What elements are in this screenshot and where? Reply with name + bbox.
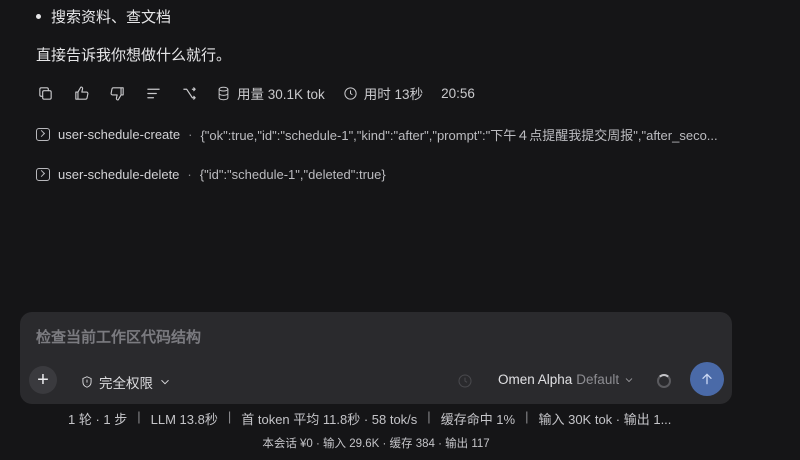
message-actions-bar: 用量 30.1K tok 用时 13秒 20:56: [36, 83, 475, 103]
message-bullet-item: 搜索资料、查文档: [36, 6, 171, 27]
prompt-input[interactable]: [36, 329, 716, 346]
copy-icon[interactable]: [36, 84, 54, 102]
bullet-dot: [36, 14, 41, 19]
loading-spinner-icon: [657, 374, 671, 388]
duration: 用时 13秒: [343, 83, 423, 103]
clock-icon: [344, 86, 357, 100]
add-attachment-button[interactable]: +: [29, 366, 57, 394]
arrow-up-icon: [702, 373, 712, 385]
composer: + 完全权限 Omen Alpha Default: [20, 312, 732, 404]
tool-result: {"ok":true,"id":"schedule-1","kind":"aft…: [200, 127, 718, 143]
tool-separator: ·: [188, 126, 193, 142]
tool-call-row[interactable]: user-schedule-delete · {"id":"schedule-1…: [36, 164, 386, 184]
plus-icon: +: [37, 369, 49, 391]
permission-label: 完全权限: [99, 376, 153, 391]
tool-separator: ·: [187, 166, 192, 182]
tool-name: user-schedule-delete: [58, 166, 180, 182]
send-button[interactable]: [690, 362, 724, 396]
session-cost-line: 本会话 ¥0 · 输入 29.6K · 缓存 384 · 输出 117: [262, 438, 490, 450]
stat-item: 缓存命中 1%: [440, 412, 516, 427]
stat-separator: |: [137, 409, 141, 424]
terminal-icon: [36, 167, 50, 181]
permission-dropdown[interactable]: 完全权限: [80, 372, 172, 392]
list-icon[interactable]: [144, 84, 162, 102]
model-name: Omen Alpha: [498, 372, 573, 387]
model-selector[interactable]: Omen Alpha Default: [498, 372, 635, 387]
duration-label: 用时 13秒: [363, 87, 424, 102]
stat-item: 1 轮 · 1 步: [68, 412, 128, 427]
tool-name: user-schedule-create: [58, 126, 181, 142]
branch-icon[interactable]: [180, 84, 198, 102]
assistant-reply-text: 直接告诉我你想做什么就行。: [36, 47, 232, 64]
message-time: 20:56: [441, 85, 475, 101]
bullet-text: 搜索资料、查文档: [51, 9, 172, 26]
chevron-down-icon: [625, 377, 633, 382]
schedule-clock-icon[interactable]: [457, 373, 473, 389]
chevron-down-icon: [161, 379, 169, 385]
stat-item: LLM 13.8秒: [150, 412, 218, 427]
stat-item: 首 token 平均 11.8秒 · 58 tok/s: [241, 412, 418, 427]
terminal-icon: [36, 127, 50, 141]
token-usage-label: 用量 30.1K tok: [237, 87, 325, 102]
stat-separator: |: [427, 409, 431, 424]
stat-item: 输入 30K tok · 输出 1...: [538, 412, 672, 427]
thumbs-up-icon[interactable]: [72, 84, 90, 102]
thumbs-down-icon[interactable]: [108, 84, 126, 102]
model-variant: Default: [576, 372, 620, 387]
stat-separator: |: [227, 409, 232, 424]
database-icon: [218, 86, 229, 100]
run-stats-bar: 1 轮 · 1 步 | LLM 13.8秒 | 首 token 平均 11.8秒…: [68, 409, 671, 428]
stat-separator: |: [525, 409, 529, 424]
token-usage: 用量 30.1K tok: [216, 83, 325, 103]
tool-result: {"id":"schedule-1","deleted":true}: [199, 166, 386, 182]
shield-icon: [82, 376, 92, 388]
tool-call-row[interactable]: user-schedule-create · {"ok":true,"id":"…: [36, 124, 718, 144]
